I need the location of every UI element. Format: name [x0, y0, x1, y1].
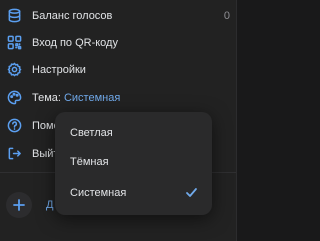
theme-dropdown: Светлая Тёмная Системная	[55, 112, 212, 215]
theme-option-light[interactable]: Светлая	[55, 119, 212, 147]
palette-icon	[6, 90, 22, 106]
help-icon	[6, 118, 22, 134]
add-account-row[interactable]: Д	[6, 192, 53, 218]
theme-option-label: Тёмная	[70, 156, 109, 168]
logout-icon	[6, 146, 22, 162]
theme-option-dark[interactable]: Тёмная	[55, 148, 212, 176]
check-icon	[185, 186, 198, 199]
database-icon	[6, 8, 22, 24]
menu-item-label: Вход по QR-коду	[32, 36, 118, 49]
add-account-button[interactable]	[6, 192, 32, 218]
theme-option-system[interactable]: Системная	[55, 179, 212, 207]
add-account-label: Д	[46, 199, 54, 211]
theme-current-value: Системная	[63, 91, 121, 104]
theme-option-label: Системная	[70, 187, 127, 199]
menu-item-label: Настройки	[32, 63, 86, 76]
plus-icon	[13, 199, 25, 211]
gear-icon	[6, 62, 22, 78]
menu-item-label: Баланс голосов	[32, 9, 113, 22]
menu-item-qr-login[interactable]: Вход по QR-коду	[0, 29, 236, 56]
qr-code-icon	[6, 35, 22, 51]
menu-item-settings[interactable]: Настройки	[0, 56, 236, 83]
menu-item-theme[interactable]: Тема: Системная	[0, 84, 236, 111]
menu-item-vote-balance[interactable]: Баланс голосов 0	[0, 2, 236, 29]
vote-balance-counter: 0	[223, 9, 230, 22]
theme-option-label: Светлая	[70, 127, 113, 139]
menu-item-label: Тема:	[32, 91, 61, 104]
